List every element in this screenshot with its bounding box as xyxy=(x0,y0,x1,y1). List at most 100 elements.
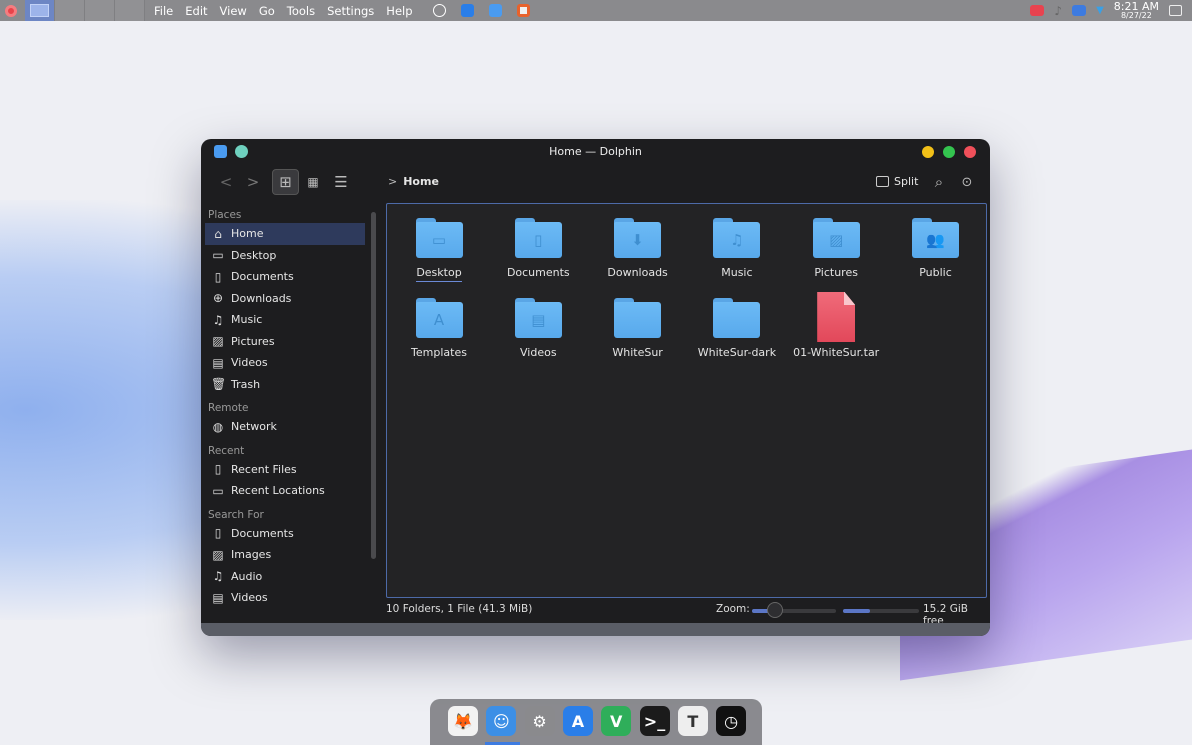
folder-emblem-icon: ♫ xyxy=(730,231,743,249)
dock-clock-icon[interactable]: ◷ xyxy=(716,706,746,736)
file-item[interactable]: WhiteSur xyxy=(590,298,686,359)
desktop-2[interactable] xyxy=(55,0,85,21)
dock-terminal-icon[interactable]: >_ xyxy=(640,706,670,736)
audio-tray-icon[interactable]: ♪ xyxy=(1054,4,1062,18)
file-item[interactable]: ⬇Downloads xyxy=(590,218,686,279)
sidebar-item-label: Documents xyxy=(231,527,294,540)
file-item[interactable]: ▤Videos xyxy=(490,298,586,359)
music-icon: ♫ xyxy=(211,313,225,327)
dock-app-store-icon[interactable]: A xyxy=(563,706,593,736)
app-store-glyph: A xyxy=(572,712,584,731)
sidebar-item-trash[interactable]: 🗑Trash xyxy=(205,374,365,396)
file-item[interactable]: 👥Public xyxy=(888,218,984,279)
breadcrumb[interactable]: >Home xyxy=(388,175,439,188)
sidebar-item-pictures[interactable]: ▨Pictures xyxy=(205,331,365,353)
dock-finder-icon[interactable]: ☺ xyxy=(486,706,516,736)
global-menu: FileEditViewGoToolsSettingsHelp xyxy=(148,4,419,18)
settings-tray-icon[interactable] xyxy=(433,4,446,17)
sidebar-item-recent-locations[interactable]: ▭Recent Locations xyxy=(205,480,365,502)
file-name: WhiteSur-dark xyxy=(698,346,776,359)
sidebar-item-network[interactable]: ◍Network xyxy=(205,416,365,438)
firefox-tray-icon[interactable] xyxy=(517,4,530,17)
file-item[interactable]: 01-WhiteSur.tar xyxy=(788,298,884,359)
file-item[interactable]: ATemplates xyxy=(391,298,487,359)
sidebar-item-label: Network xyxy=(231,420,277,433)
sidebar-item-music[interactable]: ♫Music xyxy=(205,309,365,331)
app-store-tray-icon[interactable] xyxy=(461,4,474,17)
sidebar-scrollbar[interactable] xyxy=(371,212,376,559)
details-view-button[interactable]: ☰ xyxy=(329,172,353,192)
status-summary: 10 Folders, 1 File (41.3 MiB) xyxy=(386,603,532,615)
title-bar[interactable]: Home — Dolphin xyxy=(201,139,990,164)
sidebar-item-recent-files[interactable]: ▯Recent Files xyxy=(205,459,365,481)
folder-emblem-icon: ▭ xyxy=(432,231,446,249)
sidebar-item-search-images[interactable]: ▨Images xyxy=(205,544,365,566)
menu-file[interactable]: File xyxy=(148,4,179,18)
zoom-slider[interactable] xyxy=(752,609,836,613)
dock-firefox-icon[interactable]: 🦊 xyxy=(448,706,478,736)
menu-tools[interactable]: Tools xyxy=(281,4,321,18)
file-item[interactable]: ♫ Music xyxy=(689,218,785,279)
sidebar-item-label: Desktop xyxy=(231,249,276,262)
file-item[interactable]: WhiteSur-dark xyxy=(689,298,785,359)
forward-button[interactable]: > xyxy=(241,172,265,192)
sidebar-item-search-videos[interactable]: ▤Videos xyxy=(205,587,365,609)
search-images-icon: ▨ xyxy=(211,548,225,562)
back-button[interactable]: < xyxy=(214,172,238,192)
clock[interactable]: 8:21 AM8/27/22 xyxy=(1114,2,1159,20)
desktop-1[interactable] xyxy=(25,0,55,21)
zoom-slider-handle[interactable] xyxy=(767,602,783,618)
sidebar-item-videos[interactable]: ▤Videos xyxy=(205,352,365,374)
virtual-desktop-pager[interactable] xyxy=(25,0,145,21)
breadcrumb-chevron-icon: > xyxy=(388,175,397,188)
menu-view[interactable]: View xyxy=(214,4,253,18)
file-name: Videos xyxy=(520,346,557,359)
dock-system-settings-icon[interactable]: ⚙ xyxy=(525,706,555,736)
desktop-icon: ▭ xyxy=(211,248,225,262)
show-desktop-icon[interactable] xyxy=(1169,5,1182,16)
screen-recorder-tray-icon[interactable] xyxy=(1030,5,1044,16)
sidebar-item-label: Home xyxy=(231,227,263,240)
sidebar-item-search-documents[interactable]: ▯Documents xyxy=(205,523,365,545)
record-icon[interactable] xyxy=(5,5,17,17)
wifi-tray-icon[interactable]: ▼ xyxy=(1096,5,1104,16)
terminal-glyph: >_ xyxy=(644,712,665,731)
finder-tray-icon[interactable] xyxy=(489,4,502,17)
top-panel: FileEditViewGoToolsSettingsHelp ♪ ▼ 8:21… xyxy=(0,0,1192,21)
dock-text-editor-icon[interactable]: T xyxy=(678,706,708,736)
compact-view-button[interactable]: ▦ xyxy=(301,172,325,192)
sidebar-item-label: Recent Locations xyxy=(231,484,325,497)
desktop-4[interactable] xyxy=(115,0,145,21)
split-button[interactable]: Split xyxy=(876,175,918,188)
minimize-button[interactable] xyxy=(922,146,934,158)
archive-file-icon xyxy=(817,292,855,342)
maximize-button[interactable] xyxy=(943,146,955,158)
system-settings-glyph: ⚙ xyxy=(532,712,546,731)
more-menu-button[interactable]: ⊙ xyxy=(955,172,979,192)
menu-edit[interactable]: Edit xyxy=(179,4,213,18)
sidebar-item-label: Downloads xyxy=(231,292,291,305)
file-name: 01-WhiteSur.tar xyxy=(793,346,879,359)
close-button[interactable] xyxy=(964,146,976,158)
sidebar-item-label: Recent Files xyxy=(231,463,297,476)
file-item[interactable]: ▭Desktop xyxy=(391,218,487,282)
places-panel: Places⌂Home▭Desktop▯Documents⊕Downloads♫… xyxy=(205,202,365,609)
icons-view-button[interactable]: ⊞ xyxy=(272,169,299,195)
discord-tray-icon[interactable] xyxy=(1072,5,1086,16)
sidebar-item-downloads[interactable]: ⊕Downloads xyxy=(205,288,365,310)
menu-go[interactable]: Go xyxy=(253,4,281,18)
file-name: Music xyxy=(721,266,752,279)
sidebar-item-desktop[interactable]: ▭ Desktop xyxy=(205,245,365,267)
file-item[interactable]: ▯Documents xyxy=(490,218,586,279)
menu-settings[interactable]: Settings xyxy=(321,4,380,18)
sidebar-item-search-audio[interactable]: ♫Audio xyxy=(205,566,365,588)
menu-help[interactable]: Help xyxy=(380,4,418,18)
search-button[interactable]: ⌕ xyxy=(927,172,951,192)
sidebar-item-documents[interactable]: ▯Documents xyxy=(205,266,365,288)
pin-button[interactable] xyxy=(235,145,248,158)
file-item[interactable]: ▨Pictures xyxy=(788,218,884,279)
dock-vim-icon[interactable]: V xyxy=(601,706,631,736)
file-view[interactable]: ▭Desktop▯Documents⬇Downloads ♫ Music ▨Pictu… xyxy=(386,203,987,598)
desktop-3[interactable] xyxy=(85,0,115,21)
sidebar-item-home[interactable]: ⌂Home xyxy=(205,223,365,245)
